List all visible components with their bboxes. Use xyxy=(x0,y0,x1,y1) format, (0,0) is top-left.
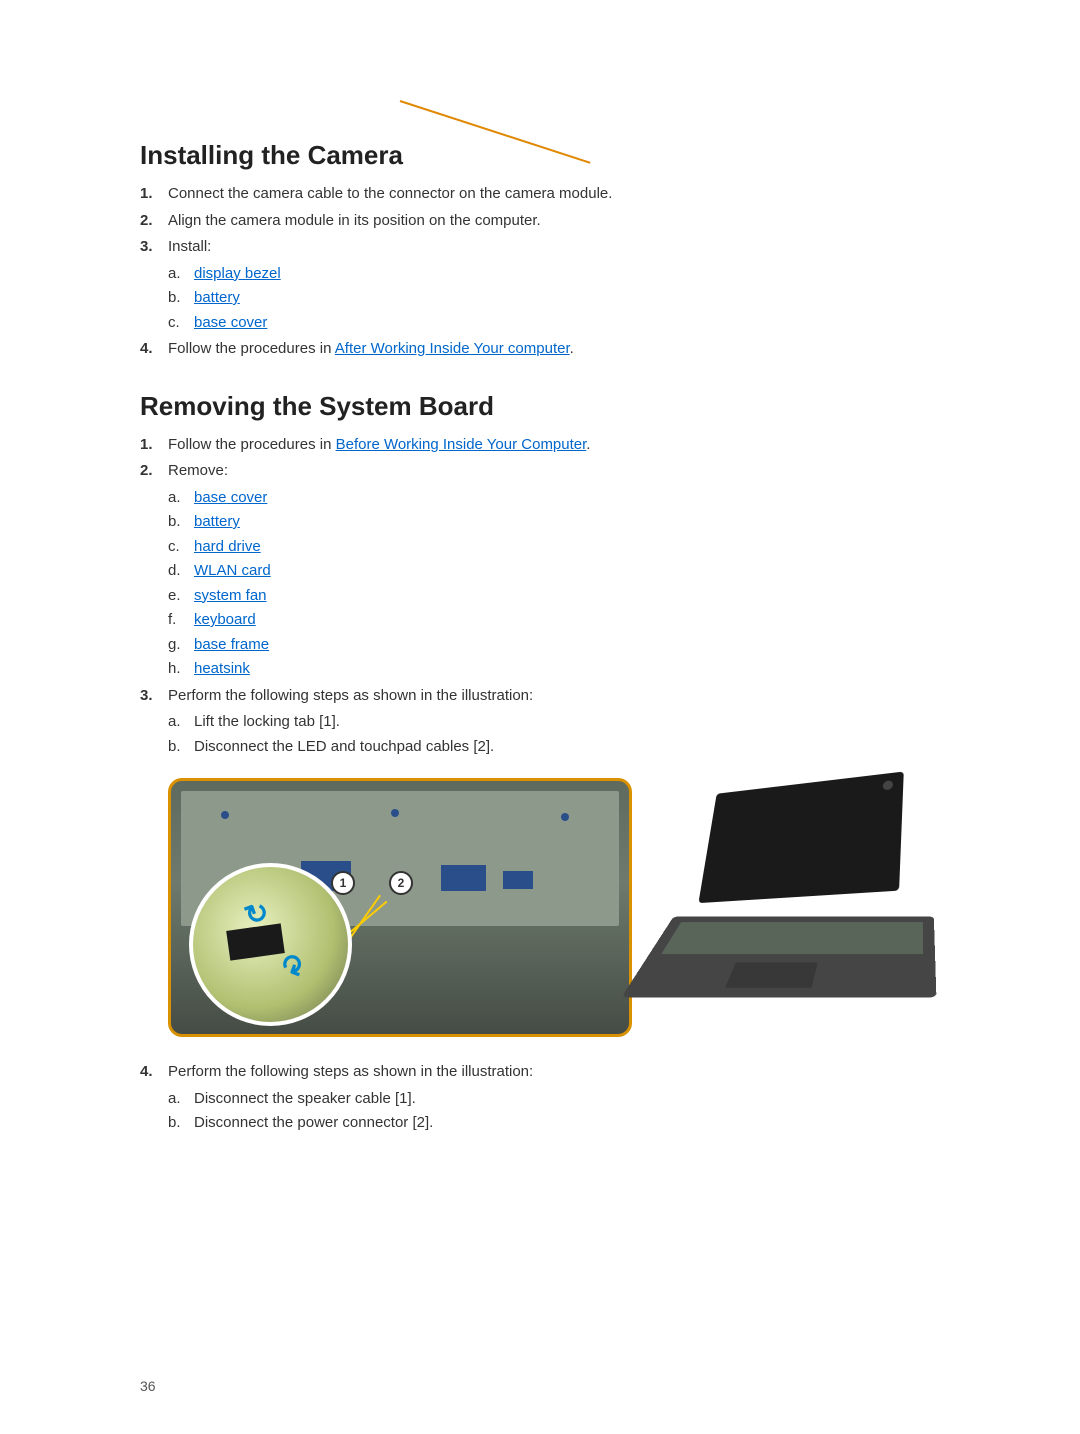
rsub-f: keyboard xyxy=(168,609,940,632)
illustration-closeup: 1 2 ↻ ↻ xyxy=(168,778,632,1037)
step4-post: . xyxy=(570,340,574,357)
chip-icon xyxy=(441,865,486,891)
rstep-2: Remove: base cover battery hard drive WL… xyxy=(140,460,940,681)
callout-label-2: 2 xyxy=(389,871,413,895)
illustration: 1 2 ↻ ↻ xyxy=(168,778,940,1037)
rstep1-pre: Follow the procedures in xyxy=(168,436,336,453)
sub-b: battery xyxy=(168,287,940,310)
remove-sublist: base cover battery hard drive WLAN card … xyxy=(168,487,940,681)
rstep2-intro: Remove: xyxy=(168,462,228,479)
step-3-intro: Install: xyxy=(168,238,211,255)
zoom-circle-icon: ↻ ↻ xyxy=(189,863,352,1026)
link-after-working[interactable]: After Working Inside Your computer xyxy=(335,340,570,357)
rstep4-intro: Perform the following steps as shown in … xyxy=(168,1063,533,1080)
rstep4-a: Disconnect the speaker cable [1]. xyxy=(168,1088,940,1111)
page-number: 36 xyxy=(140,1378,156,1394)
link-base-cover-2[interactable]: base cover xyxy=(194,489,267,506)
rsub-d: WLAN card xyxy=(168,560,940,583)
rstep3-a: Lift the locking tab [1]. xyxy=(168,711,940,734)
link-before-working[interactable]: Before Working Inside Your Computer xyxy=(336,436,587,453)
sub-a: display bezel xyxy=(168,263,940,286)
link-display-bezel[interactable]: display bezel xyxy=(194,265,281,282)
link-heatsink[interactable]: heatsink xyxy=(194,660,250,677)
rsub-a: base cover xyxy=(168,487,940,510)
rsub-c: hard drive xyxy=(168,536,940,559)
rsub-e: system fan xyxy=(168,585,940,608)
rstep4-sublist: Disconnect the speaker cable [1]. Discon… xyxy=(168,1088,940,1135)
heading-removing-system-board: Removing the System Board xyxy=(140,391,940,422)
laptop-base-icon xyxy=(621,916,936,997)
link-hard-drive[interactable]: hard drive xyxy=(194,538,261,555)
install-sublist: display bezel battery base cover xyxy=(168,263,940,335)
rstep-1: Follow the procedures in Before Working … xyxy=(140,434,940,457)
link-battery-2[interactable]: battery xyxy=(194,513,240,530)
rstep1-post: . xyxy=(586,436,590,453)
rstep3-sublist: Lift the locking tab [1]. Disconnect the… xyxy=(168,711,940,758)
callout-label-1: 1 xyxy=(331,871,355,895)
illustration-laptop xyxy=(650,778,938,1028)
rstep4-b: Disconnect the power connector [2]. xyxy=(168,1112,940,1135)
rsub-b: battery xyxy=(168,511,940,534)
link-wlan-card[interactable]: WLAN card xyxy=(194,562,271,579)
screw-icon xyxy=(561,813,569,821)
step-4: Follow the procedures in After Working I… xyxy=(140,338,940,361)
rstep3-intro: Perform the following steps as shown in … xyxy=(168,687,533,704)
rstep-4: Perform the following steps as shown in … xyxy=(140,1061,940,1135)
rsub-g: base frame xyxy=(168,634,940,657)
chip-icon xyxy=(503,871,533,889)
link-base-cover[interactable]: base cover xyxy=(194,314,267,331)
document-page: Installing the Camera Connect the camera… xyxy=(0,0,1080,1434)
remove-board-steps: Follow the procedures in Before Working … xyxy=(140,434,940,759)
link-keyboard[interactable]: keyboard xyxy=(194,611,256,628)
link-battery[interactable]: battery xyxy=(194,289,240,306)
palmrest-icon xyxy=(661,922,923,954)
step-3: Install: display bezel battery base cove… xyxy=(140,236,940,334)
screw-icon xyxy=(221,811,229,819)
rsub-h: heatsink xyxy=(168,658,940,681)
step4-pre: Follow the procedures in xyxy=(168,340,335,357)
sub-c: base cover xyxy=(168,312,940,335)
touchpad-icon xyxy=(725,962,818,987)
link-system-fan[interactable]: system fan xyxy=(194,587,267,604)
step-1: Connect the camera cable to the connecto… xyxy=(140,183,940,206)
remove-board-steps-cont: Perform the following steps as shown in … xyxy=(140,1061,940,1135)
screw-icon xyxy=(391,809,399,817)
rstep3-b: Disconnect the LED and touchpad cables [… xyxy=(168,736,940,759)
install-camera-steps: Connect the camera cable to the connecto… xyxy=(140,183,940,361)
link-base-frame[interactable]: base frame xyxy=(194,636,269,653)
step-2: Align the camera module in its position … xyxy=(140,210,940,233)
laptop-lid-icon xyxy=(698,771,903,903)
rstep-3: Perform the following steps as shown in … xyxy=(140,685,940,759)
